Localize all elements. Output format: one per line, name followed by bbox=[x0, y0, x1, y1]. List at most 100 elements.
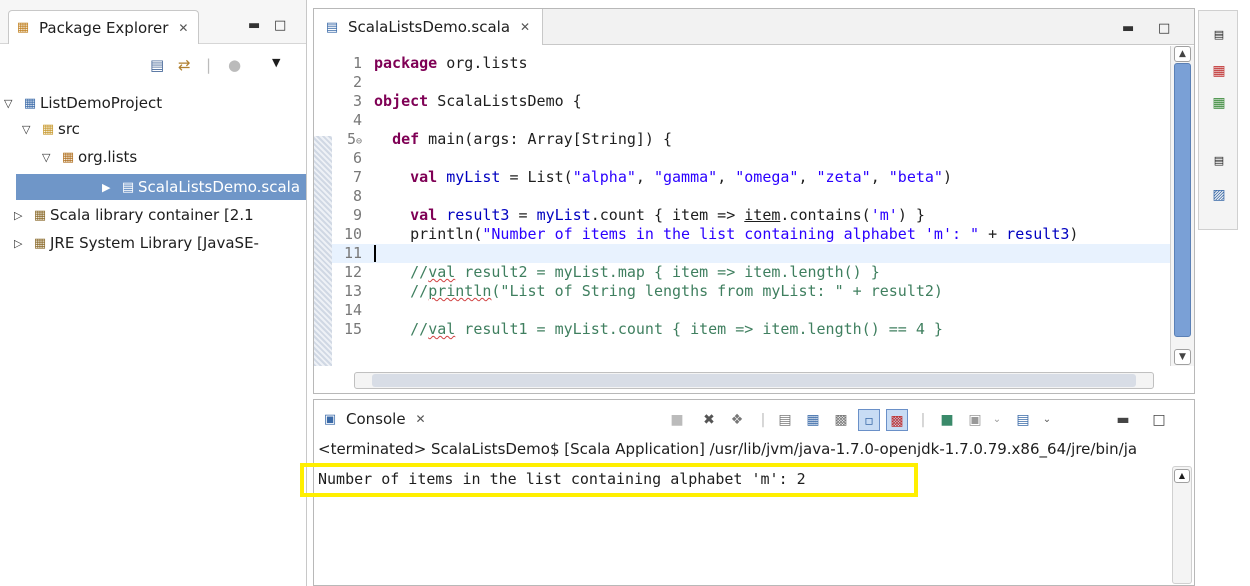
scrollbar-thumb[interactable] bbox=[372, 374, 1136, 387]
clear-console-icon[interactable]: ▤ bbox=[774, 409, 796, 431]
collapsed-icon[interactable]: ▷ bbox=[14, 237, 30, 250]
code-line: 10 println("Number of items in the list … bbox=[332, 225, 1170, 244]
tree-item-scala-file[interactable]: ▶ ▤ ScalaListsDemo.scala bbox=[16, 174, 306, 200]
line-number: 1 bbox=[352, 54, 362, 72]
view-menu-icon[interactable]: ▼ bbox=[272, 56, 280, 69]
remove-launch-icon[interactable]: ✖ bbox=[698, 409, 720, 431]
code-line: 13 //println("List of String lengths fro… bbox=[332, 282, 1170, 301]
perspective-trim-bar: ▤ ▦ ▦ ▤ ▨ bbox=[1198, 10, 1238, 230]
console-tab[interactable]: ▣ Console ✕ bbox=[314, 402, 436, 436]
chevron-down-icon[interactable]: ⌄ bbox=[1036, 409, 1058, 431]
pin-console-icon[interactable]: ■ bbox=[936, 409, 958, 431]
maximize-icon[interactable]: □ bbox=[274, 18, 286, 33]
close-icon[interactable]: ✕ bbox=[520, 20, 530, 34]
minimize-icon[interactable]: ▬ bbox=[1122, 21, 1134, 36]
expanded-icon[interactable]: ▽ bbox=[22, 123, 38, 136]
string-literal: "Number of items in the list containing … bbox=[482, 225, 980, 243]
identifier: myList bbox=[536, 206, 591, 224]
package-explorer-toolbar: ▤ ⇄ | ● ▼ bbox=[0, 44, 306, 84]
code-text: ) bbox=[1069, 225, 1079, 243]
identifier: item bbox=[744, 206, 781, 224]
display-console-icon[interactable]: ▣ bbox=[964, 409, 986, 431]
console-vertical-scrollbar[interactable]: ▲ bbox=[1172, 466, 1192, 584]
code-line: 9 val result3 = myList.count { item => i… bbox=[332, 206, 1170, 225]
editor-horizontal-scrollbar[interactable] bbox=[354, 372, 1154, 389]
collapsed-icon[interactable]: ▷ bbox=[14, 209, 30, 222]
expanded-icon[interactable]: ▽ bbox=[4, 97, 20, 110]
line-number: 3 bbox=[352, 92, 362, 110]
library-icon: ▦ bbox=[33, 207, 47, 223]
focus-icon[interactable]: ● bbox=[228, 56, 241, 74]
scala-file-icon: ▤ bbox=[121, 179, 135, 195]
tree-item-project[interactable]: ▽ ▦ ListDemoProject bbox=[0, 90, 306, 116]
code-line: 12 //val result2 = myList.map { item => … bbox=[332, 263, 1170, 282]
library-icon: ▦ bbox=[33, 235, 47, 251]
string-literal: "zeta" bbox=[816, 168, 871, 186]
char-literal: 'm' bbox=[870, 206, 898, 224]
code-text: .count { item => bbox=[590, 206, 745, 224]
fold-icon[interactable]: ⊖ bbox=[356, 136, 362, 147]
tree-item-label: org.lists bbox=[78, 148, 138, 166]
package-explorer-tab[interactable]: ▦ Package Explorer ✕ bbox=[8, 10, 200, 44]
maximize-icon[interactable]: □ bbox=[1148, 409, 1170, 431]
code-line: 4 bbox=[332, 111, 1170, 130]
code-text-area[interactable]: 1 package org.lists 2 3 object ScalaListsD… bbox=[314, 46, 1194, 366]
scroll-up-icon[interactable]: ▲ bbox=[1174, 46, 1191, 62]
scala-file-icon: ▤ bbox=[325, 19, 339, 35]
tree-item-package[interactable]: ▽ ▦ org.lists bbox=[0, 144, 306, 170]
open-console-icon[interactable]: ▤ bbox=[1012, 409, 1034, 431]
minimize-icon[interactable]: ▬ bbox=[248, 18, 260, 33]
remove-all-terminated-icon[interactable]: ❖ bbox=[726, 409, 748, 431]
task-list-icon[interactable]: ▦ bbox=[1209, 93, 1229, 113]
console-status: <terminated> ScalaListsDemo$ [Scala Appl… bbox=[318, 440, 1138, 458]
terminate-icon[interactable]: ■ bbox=[666, 409, 688, 431]
restore-icon[interactable]: ▤ bbox=[1209, 151, 1229, 171]
keyword: val bbox=[410, 206, 438, 224]
code-line: 15 //val result1 = myList.count { item =… bbox=[332, 320, 1170, 339]
comment: result1 = myList.count { item => item.le… bbox=[455, 320, 943, 338]
keyword: val bbox=[410, 168, 438, 186]
minimize-icon[interactable]: ▬ bbox=[1112, 409, 1134, 431]
outline-view-icon[interactable]: ▦ bbox=[1209, 61, 1229, 81]
tree-item-scala-library[interactable]: ▷ ▦ Scala library container [2.1 bbox=[0, 202, 306, 228]
toolbar-separator: | bbox=[760, 412, 766, 428]
tree-item-src[interactable]: ▽ ▦ src bbox=[0, 116, 306, 142]
show-on-stderr-icon[interactable]: ▩ bbox=[886, 409, 908, 431]
close-icon[interactable]: ✕ bbox=[178, 21, 188, 35]
line-number: 13 bbox=[343, 282, 362, 300]
expanded-icon[interactable]: ▽ bbox=[42, 151, 58, 164]
scroll-down-icon[interactable]: ▼ bbox=[1174, 349, 1191, 365]
package-explorer-view: ▦ Package Explorer ✕ ▬ □ ▤ ⇄ | ● ▼ ▽ ▦ L… bbox=[0, 0, 307, 586]
link-with-editor-icon[interactable]: ⇄ bbox=[178, 56, 191, 74]
outline-icon[interactable]: ▨ bbox=[1209, 185, 1229, 205]
line-number: 11 bbox=[343, 244, 362, 262]
string-literal: "gamma" bbox=[653, 168, 718, 186]
close-icon[interactable]: ✕ bbox=[416, 412, 426, 426]
scroll-up-icon[interactable]: ▲ bbox=[1174, 469, 1190, 483]
show-on-stdout-icon[interactable]: ▫ bbox=[858, 409, 880, 431]
collapsed-icon[interactable]: ▶ bbox=[102, 181, 118, 194]
code-text: = List( bbox=[500, 168, 573, 186]
scroll-lock-icon[interactable]: ▦ bbox=[802, 409, 824, 431]
code-line: 7 val myList = List("alpha", "gamma", "o… bbox=[332, 168, 1170, 187]
editor-vertical-scrollbar[interactable]: ▲ ▼ bbox=[1170, 46, 1194, 366]
restore-icon[interactable]: ▤ bbox=[1209, 25, 1229, 45]
code-line: 3 object ScalaListsDemo { bbox=[332, 92, 1170, 111]
comment: val bbox=[428, 320, 456, 338]
code-text: ) } bbox=[897, 206, 925, 224]
tree-item-label: JRE System Library [JavaSE- bbox=[50, 234, 259, 252]
chevron-down-icon[interactable]: ⌄ bbox=[986, 409, 1008, 431]
editor-tab-scalalistsdemo[interactable]: ▤ ScalaListsDemo.scala ✕ bbox=[314, 9, 544, 45]
tree-item-jre-library[interactable]: ▷ ▦ JRE System Library [JavaSE- bbox=[0, 230, 306, 256]
scrollbar-thumb[interactable] bbox=[1174, 63, 1191, 337]
keyword: def bbox=[392, 130, 420, 148]
collapse-all-icon[interactable]: ▤ bbox=[150, 56, 164, 74]
line-number: 10 bbox=[343, 225, 362, 243]
editor-tabbar: ▤ ScalaListsDemo.scala ✕ ▬ □ bbox=[314, 9, 1194, 45]
tree-item-label: ListDemoProject bbox=[40, 94, 163, 112]
word-wrap-icon[interactable]: ▩ bbox=[830, 409, 852, 431]
line-number: 5⊖ bbox=[332, 130, 362, 151]
maximize-icon[interactable]: □ bbox=[1158, 21, 1170, 36]
code-text: org.lists bbox=[437, 54, 528, 72]
current-line: 11 bbox=[332, 244, 1170, 263]
